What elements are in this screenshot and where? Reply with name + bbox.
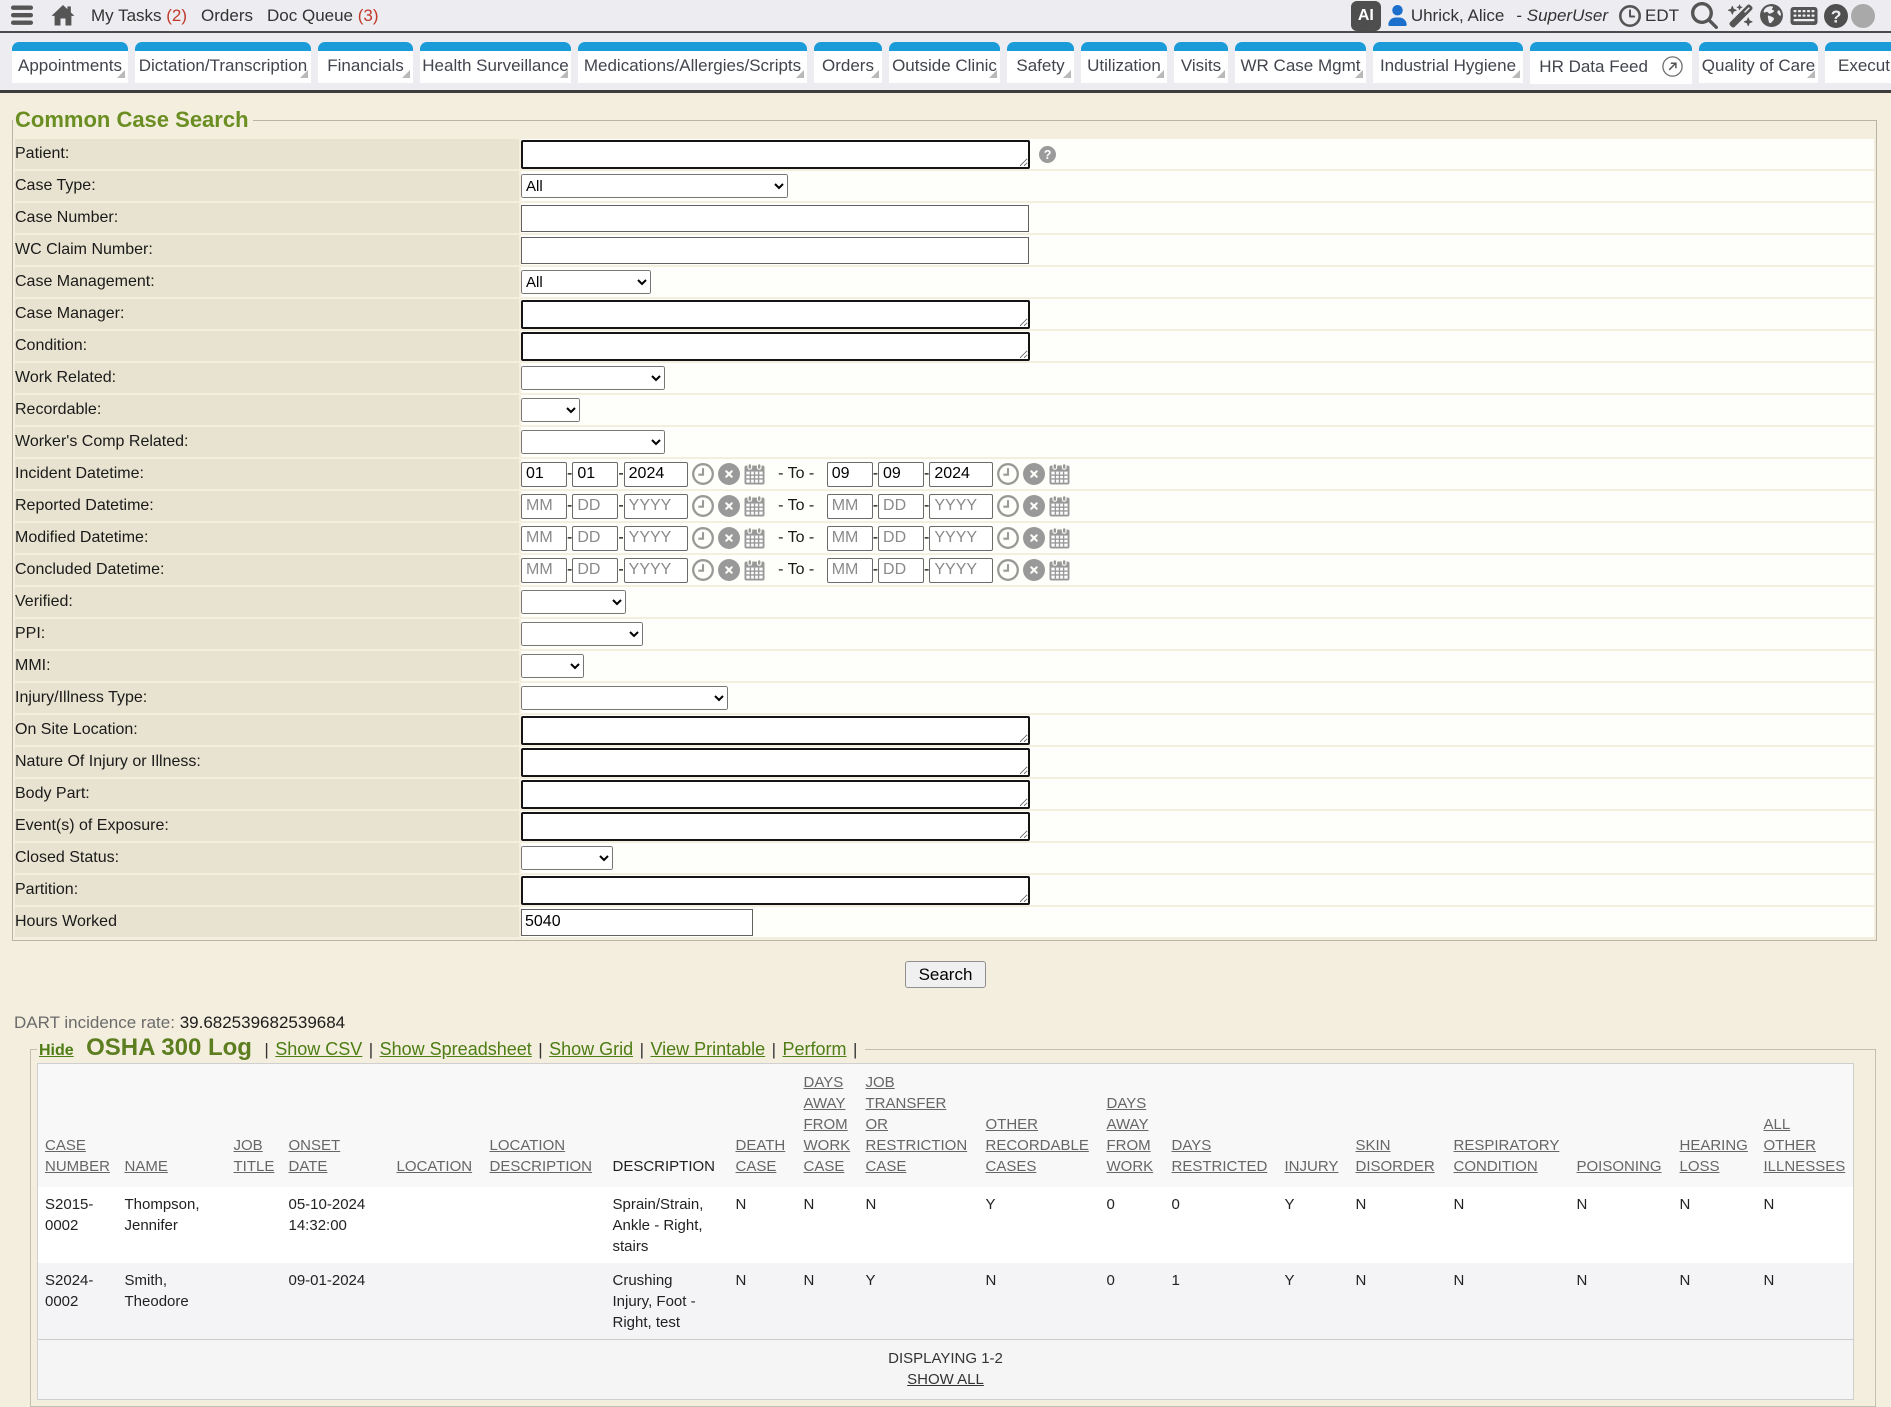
svg-text:?: ? [1831, 6, 1842, 26]
svg-text:?: ? [1044, 148, 1052, 162]
